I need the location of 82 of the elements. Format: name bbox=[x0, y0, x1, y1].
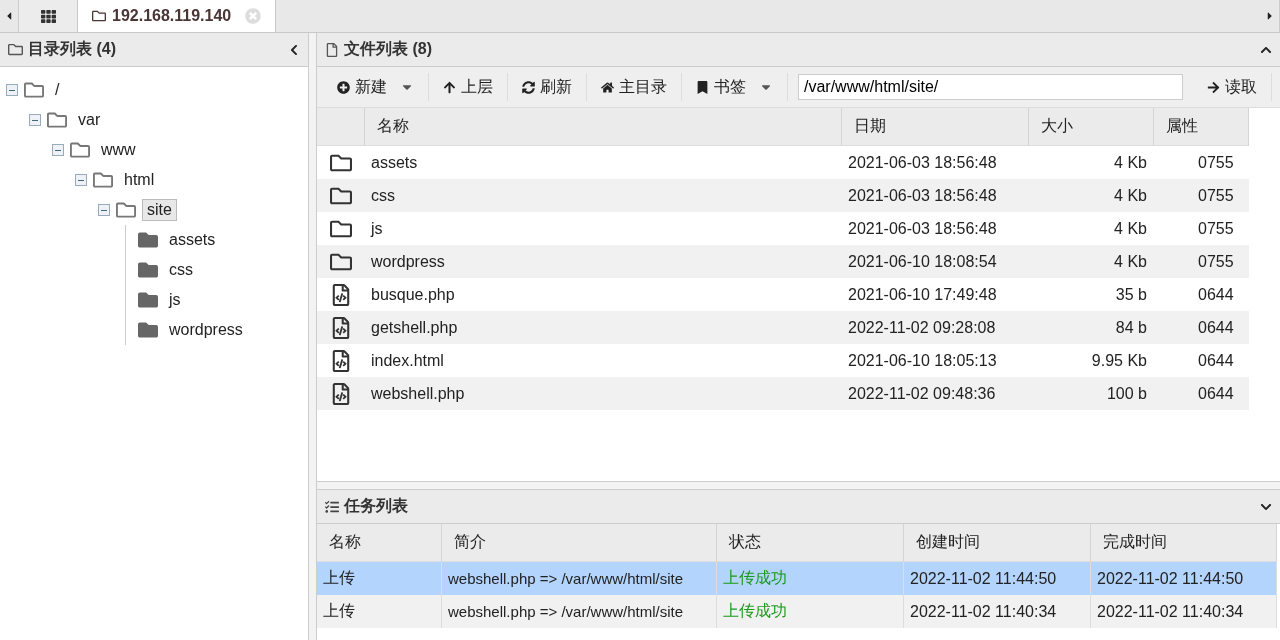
date-cell: 2021-06-03 18:56:48 bbox=[842, 179, 1029, 212]
folder-icon bbox=[138, 260, 158, 280]
folder-icon bbox=[47, 110, 67, 130]
task-summary: webshell.php => /var/www/html/site bbox=[442, 595, 717, 628]
grid-icon bbox=[40, 8, 56, 24]
up-arrow-icon bbox=[443, 80, 456, 94]
read-button[interactable]: 读取 bbox=[1193, 73, 1272, 101]
task-summary: webshell.php => /var/www/html/site bbox=[442, 562, 717, 595]
column-header[interactable]: 日期 bbox=[842, 108, 1029, 146]
mode-cell: 0755 bbox=[1154, 245, 1249, 278]
home-tab[interactable] bbox=[19, 0, 78, 32]
size-cell: 84 b bbox=[1029, 311, 1154, 344]
folder-icon bbox=[8, 42, 23, 57]
panel-title: 文件列表 (8) bbox=[344, 39, 433, 59]
path-field[interactable]: /var/www/html/site/ bbox=[798, 74, 1183, 100]
date-cell: 2021-06-10 18:08:54 bbox=[842, 245, 1029, 278]
date-cell: 2022-11-02 09:48:36 bbox=[842, 377, 1029, 410]
tree-item[interactable]: css bbox=[164, 259, 198, 281]
folder-icon bbox=[92, 9, 106, 23]
file-name[interactable]: css bbox=[365, 179, 842, 212]
collapse-toggle-icon[interactable] bbox=[6, 84, 18, 96]
file-name[interactable]: wordpress bbox=[365, 245, 842, 278]
task-name[interactable]: 上传 bbox=[317, 595, 442, 628]
created-time: 2022-11-02 11:40:34 bbox=[904, 595, 1091, 628]
mode-cell: 0644 bbox=[1154, 311, 1249, 344]
task-status: 上传成功 bbox=[717, 595, 904, 628]
folder-icon bbox=[93, 170, 113, 190]
right-arrow-icon bbox=[1207, 80, 1220, 94]
tree-item[interactable]: js bbox=[164, 289, 186, 311]
size-cell: 100 b bbox=[1029, 377, 1154, 410]
finished-time: 2022-11-02 11:44:50 bbox=[1091, 562, 1277, 595]
home-button[interactable]: 主目录 bbox=[587, 73, 682, 101]
column-header[interactable]: 创建时间 bbox=[904, 524, 1091, 562]
file-icon bbox=[325, 42, 339, 57]
tree-item[interactable]: / bbox=[50, 79, 65, 101]
folder-icon bbox=[138, 230, 158, 250]
task-status: 上传成功 bbox=[717, 562, 904, 595]
host-tab[interactable]: 192.168.119.140 bbox=[78, 0, 277, 32]
refresh-icon bbox=[522, 80, 535, 94]
tree-item[interactable]: site bbox=[142, 199, 177, 221]
finished-time: 2022-11-02 11:40:34 bbox=[1091, 595, 1277, 628]
home-icon bbox=[601, 80, 614, 94]
size-cell: 4 Kb bbox=[1029, 245, 1154, 278]
column-header[interactable]: 属性 bbox=[1154, 108, 1249, 146]
panel-title: 目录列表 (4) bbox=[28, 39, 117, 59]
column-header[interactable]: 名称 bbox=[365, 108, 842, 146]
panel-title: 任务列表 bbox=[344, 496, 409, 516]
folder-icon bbox=[138, 320, 158, 340]
folder-icon bbox=[70, 140, 90, 160]
tree-item[interactable]: wordpress bbox=[164, 319, 248, 341]
column-header[interactable]: 完成时间 bbox=[1091, 524, 1277, 562]
created-time: 2022-11-02 11:44:50 bbox=[904, 562, 1091, 595]
refresh-button[interactable]: 刷新 bbox=[508, 73, 587, 101]
tree-item[interactable]: html bbox=[119, 169, 160, 191]
column-header[interactable]: 名称 bbox=[317, 524, 442, 562]
collapse-toggle-icon[interactable] bbox=[98, 204, 110, 216]
mode-cell: 0644 bbox=[1154, 377, 1249, 410]
tree-item[interactable]: var bbox=[73, 109, 106, 131]
tree-item[interactable]: www bbox=[96, 139, 141, 161]
up-button[interactable]: 上层 bbox=[429, 73, 508, 101]
list-icon bbox=[325, 499, 339, 514]
bookmark-icon bbox=[696, 80, 709, 94]
column-header[interactable]: 大小 bbox=[1029, 108, 1154, 146]
column-header[interactable]: 状态 bbox=[717, 524, 904, 562]
mode-cell: 0755 bbox=[1154, 179, 1249, 212]
collapse-toggle-icon[interactable] bbox=[29, 114, 41, 126]
size-cell: 4 Kb bbox=[1029, 179, 1154, 212]
file-name[interactable]: webshell.php bbox=[365, 377, 842, 410]
folder-icon bbox=[138, 290, 158, 310]
file-name[interactable]: getshell.php bbox=[365, 311, 842, 344]
folder-icon bbox=[116, 200, 136, 220]
folder-icon bbox=[24, 80, 44, 100]
plus-icon bbox=[337, 80, 350, 94]
tree-item[interactable]: assets bbox=[164, 229, 221, 251]
task-name[interactable]: 上传 bbox=[317, 562, 442, 595]
collapse-toggle-icon[interactable] bbox=[75, 174, 87, 186]
collapse-toggle-icon[interactable] bbox=[52, 144, 64, 156]
new-button[interactable]: 新建 bbox=[323, 73, 429, 101]
bookmark-button[interactable]: 书签 bbox=[682, 73, 788, 101]
column-header[interactable]: 简介 bbox=[442, 524, 717, 562]
date-cell: 2022-11-02 09:28:08 bbox=[842, 311, 1029, 344]
collapse-icon[interactable] bbox=[288, 43, 300, 56]
